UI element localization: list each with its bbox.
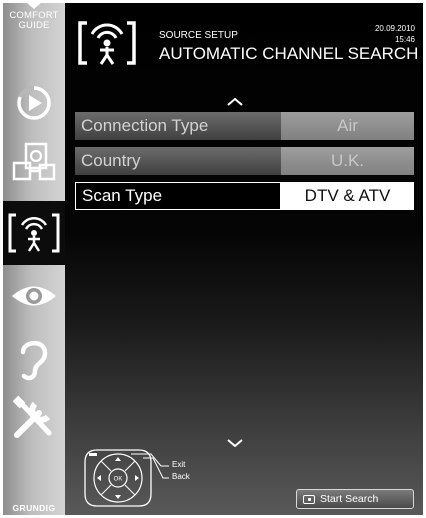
arrow-up-icon	[27, 3, 41, 9]
eye-icon	[12, 286, 56, 306]
remote-key-icon	[303, 494, 315, 504]
comfort-guide-button[interactable]: COMFORT GUIDE	[3, 3, 65, 31]
sidebar-item-source-setup[interactable]	[3, 201, 65, 265]
start-search-label: Start Search	[320, 493, 379, 505]
brand-logo: GRUNDIG	[12, 503, 56, 513]
exit-hint: Exit	[172, 460, 186, 469]
time-label: 15:46	[394, 35, 415, 44]
tv-menu-screen: COMFORT GUIDE GRUNDIG SOURCE SETUP AUTOM…	[0, 0, 426, 518]
date-label: 20.09.2010	[374, 24, 415, 33]
setting-label: Country	[75, 147, 281, 175]
setting-value[interactable]: U.K.	[281, 147, 414, 175]
antenna-person-icon	[78, 21, 136, 65]
sidebar-item-sound[interactable]	[3, 333, 65, 385]
guide-label: GUIDE	[18, 20, 50, 31]
setting-label: Connection Type	[75, 112, 281, 140]
remote-nav-icon: OK	[84, 449, 169, 507]
sidebar-item-source[interactable]	[3, 139, 65, 189]
start-search-button[interactable]: Start Search	[296, 489, 414, 509]
sidebar-item-eye[interactable]	[3, 275, 65, 317]
scroll-up-icon[interactable]	[227, 98, 243, 106]
setting-label: Scan Type	[75, 182, 281, 210]
play-icon	[17, 85, 51, 120]
sidebar-item-settings[interactable]	[3, 391, 65, 445]
sidebar-item-picture[interactable]	[3, 81, 65, 125]
setting-row-scan-type[interactable]: Scan Type DTV & ATV	[75, 182, 414, 210]
main-panel: SOURCE SETUP AUTOMATIC CHANNEL SEARCH 20…	[65, 3, 423, 515]
setting-row-connection-type[interactable]: Connection Type Air	[75, 112, 414, 140]
page-title: AUTOMATIC CHANNEL SEARCH	[159, 44, 419, 63]
source-icon	[12, 142, 56, 181]
tools-icon	[12, 395, 52, 438]
scroll-down-icon[interactable]	[227, 439, 243, 447]
sidebar: COMFORT GUIDE GRUNDIG	[3, 3, 65, 515]
back-hint: Back	[172, 472, 190, 481]
antenna-person-icon	[8, 213, 60, 253]
setting-row-country[interactable]: Country U.K.	[75, 147, 414, 175]
section-label: SOURCE SETUP	[159, 30, 238, 41]
setting-value[interactable]: DTV & ATV	[281, 182, 414, 210]
ok-label: OK	[114, 477, 123, 483]
ear-icon	[20, 340, 48, 381]
setting-value[interactable]: Air	[281, 112, 414, 140]
